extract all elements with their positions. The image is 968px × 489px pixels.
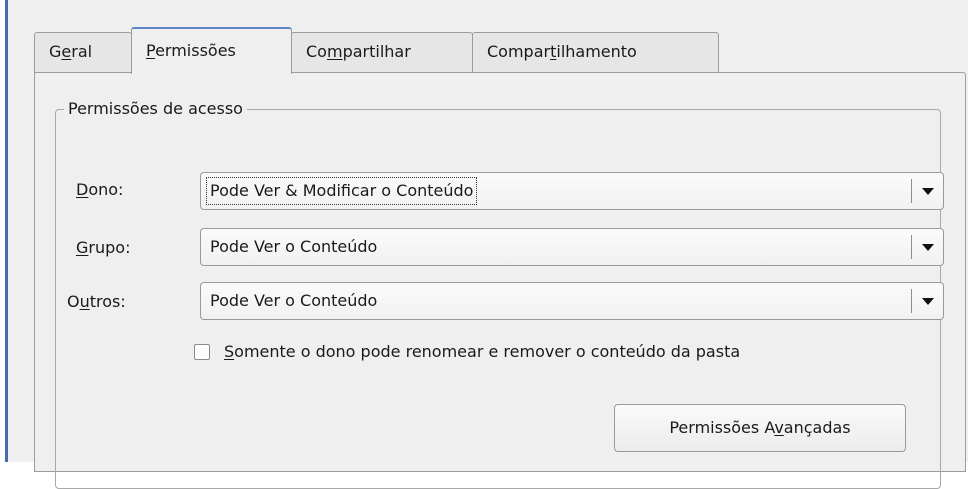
group-title: Permissões de acesso	[64, 97, 247, 121]
owner-label: Dono:	[76, 180, 124, 199]
properties-dialog: Geral Permissões Compartilhar Compartilh…	[8, 0, 968, 489]
owner-permission-value: Pode Ver & Modificar o Conteúdo	[205, 177, 478, 205]
group-label: Grupo:	[76, 238, 131, 257]
tab-label: Compartilhamento	[487, 42, 637, 61]
chevron-down-icon[interactable]	[922, 244, 934, 251]
others-permission-value: Pode Ver o Conteúdo	[210, 291, 378, 310]
owner-permission-select[interactable]: Pode Ver & Modificar o Conteúdo	[200, 172, 944, 210]
tab-compartilhamento[interactable]: Compartilhamento	[472, 32, 719, 72]
tab-compartilhar[interactable]: Compartilhar	[291, 32, 473, 72]
permissions-panel: Permissões de acesso Dono: Pode Ver & Mo…	[34, 72, 966, 489]
others-label: Outros:	[67, 292, 126, 311]
group-permission-value: Pode Ver o Conteúdo	[210, 237, 378, 256]
tab-label: Geral	[49, 42, 93, 61]
others-permission-select[interactable]: Pode Ver o Conteúdo	[200, 282, 944, 320]
window-outer-edge	[0, 0, 4, 462]
chevron-down-icon[interactable]	[922, 188, 934, 195]
combo-separator	[911, 289, 912, 313]
owner-only-rename-checkbox[interactable]	[194, 344, 210, 360]
tab-label: Compartilhar	[306, 42, 411, 61]
chevron-down-icon[interactable]	[922, 298, 934, 305]
advanced-permissions-button[interactable]: Permissões Avançadas	[614, 404, 906, 452]
owner-only-rename-label[interactable]: Somente o dono pode renomear e remover o…	[224, 340, 740, 364]
combo-separator	[911, 235, 912, 259]
group-permission-select[interactable]: Pode Ver o Conteúdo	[200, 228, 944, 266]
tab-permissoes[interactable]: Permissões	[131, 27, 292, 74]
combo-separator	[911, 179, 912, 203]
tab-geral[interactable]: Geral	[34, 32, 132, 72]
tab-label: Permissões	[146, 41, 236, 60]
access-permissions-group: Permissões de acesso Dono: Pode Ver & Mo…	[55, 97, 944, 489]
